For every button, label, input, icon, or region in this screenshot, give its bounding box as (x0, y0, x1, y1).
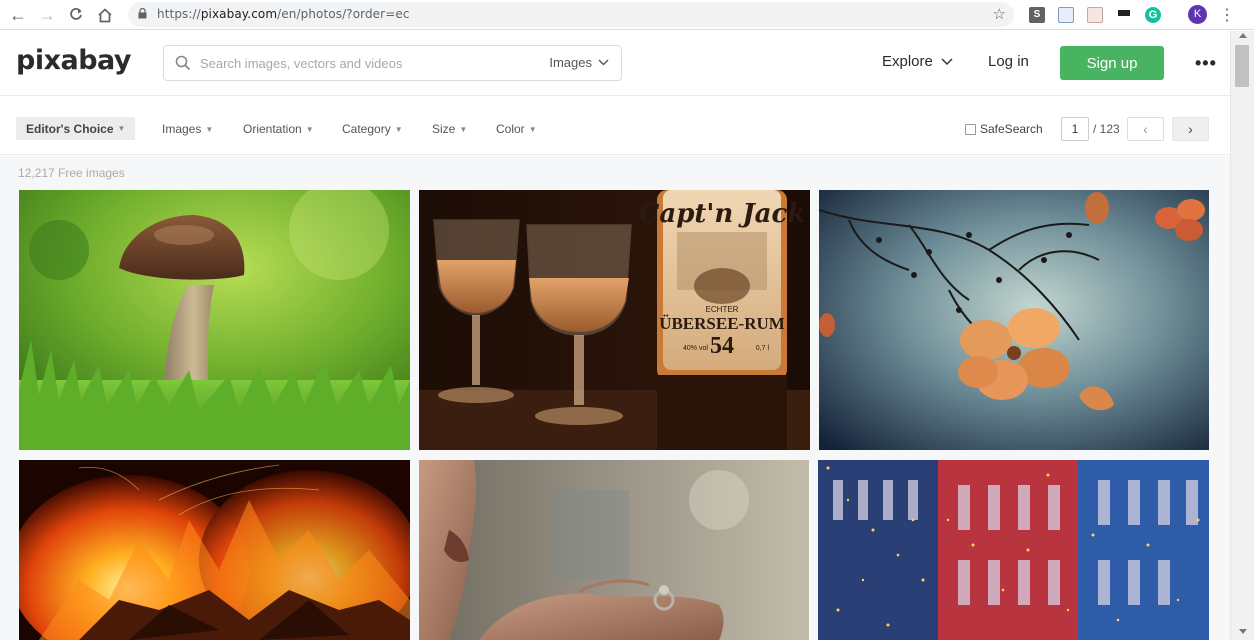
rum-glasses-photo: Capt'n Jack ECHTER ÜBERSEE-RUM 40% vol 5… (419, 190, 810, 450)
scroll-up-arrow-icon[interactable] (1239, 33, 1247, 38)
colorful-building-photo (818, 460, 1209, 640)
filter-color[interactable]: Color ▼ (496, 122, 537, 136)
filter-size[interactable]: Size ▼ (432, 122, 467, 136)
mushroom-photo (19, 190, 410, 450)
signup-button[interactable]: Sign up (1060, 46, 1164, 80)
bottle-line1: ECHTER (706, 305, 739, 314)
editors-choice-label: Editor's Choice (26, 121, 114, 136)
filter-label: Category (342, 122, 391, 136)
search-type-dropdown[interactable]: Images (549, 55, 609, 70)
filter-images[interactable]: Images ▼ (162, 122, 213, 136)
filter-label: Size (432, 122, 456, 136)
chevron-down-icon (941, 57, 953, 65)
image-tile-fire[interactable] (19, 460, 410, 640)
browser-toolbar: ← → https://pixabay.com/en/photos/?order… (0, 0, 1254, 30)
caret-down-icon: ▼ (305, 124, 314, 134)
browser-menu-icon[interactable]: ⋮ (1215, 3, 1239, 27)
grammarly-icon[interactable]: G (1145, 7, 1161, 23)
caret-down-icon: ▼ (528, 124, 537, 134)
reload-icon[interactable] (64, 3, 88, 27)
caret-down-icon: ▼ (394, 124, 403, 134)
extension-flag-icon[interactable] (1116, 7, 1132, 23)
caret-down-icon: ▼ (205, 124, 214, 134)
image-tile-ring-hand[interactable] (419, 460, 809, 640)
bottle-volume-left: 40% vol (683, 345, 708, 352)
extension-s-icon[interactable]: S (1029, 7, 1045, 23)
url-text: https://pixabay.com/en/photos/?order=ec (157, 7, 410, 21)
previous-page-button[interactable]: ‹ (1127, 117, 1164, 141)
address-bar[interactable]: https://pixabay.com/en/photos/?order=ec … (128, 2, 1014, 27)
scroll-down-arrow-icon[interactable] (1239, 629, 1247, 634)
bottle-volume-right: 0,7 l (756, 345, 770, 352)
explore-label: Explore (882, 53, 933, 70)
bottle-line2: ÜBERSEE-RUM (659, 314, 785, 333)
search-box: Images (163, 45, 622, 81)
search-type-label: Images (549, 55, 592, 70)
safesearch-toggle[interactable]: SafeSearch (965, 122, 1043, 136)
results-count: 12,217 Free images (18, 166, 125, 180)
explore-menu[interactable]: Explore (882, 53, 953, 70)
site-header: pixabay Images Explore Log in Sign up ••… (0, 31, 1230, 96)
results-area: 12,217 Free images Capt'n Jack ECHTER ÜB… (0, 156, 1230, 640)
filter-label: Color (496, 122, 525, 136)
safesearch-label: SafeSearch (980, 122, 1043, 136)
ring-hand-photo (419, 460, 809, 640)
next-page-button[interactable]: › (1172, 117, 1209, 141)
image-tile-orange-flowers[interactable] (819, 190, 1209, 450)
filter-category[interactable]: Category ▼ (342, 122, 403, 136)
page-total: / 123 (1093, 122, 1120, 136)
safesearch-checkbox[interactable] (965, 123, 976, 135)
fire-photo (19, 460, 410, 640)
bottle-brand: Capt'n Jack (639, 199, 806, 229)
orange-flowers-photo (819, 190, 1209, 450)
caret-down-icon: ▼ (459, 124, 468, 134)
pixabay-logo[interactable]: pixabay (16, 45, 132, 76)
page-number-input[interactable]: 1 (1061, 117, 1089, 141)
more-options-icon[interactable]: ••• (1195, 53, 1217, 74)
extension-pdf-icon[interactable] (1087, 7, 1103, 23)
back-icon[interactable]: ← (6, 3, 30, 27)
filter-label: Orientation (243, 122, 302, 136)
image-tile-rum-glasses[interactable]: Capt'n Jack ECHTER ÜBERSEE-RUM 40% vol 5… (419, 190, 810, 450)
editors-choice-dropdown[interactable]: Editor's Choice ▼ (16, 117, 136, 140)
lock-icon (138, 8, 147, 19)
scroll-thumb[interactable] (1235, 45, 1249, 87)
page-scrollbar[interactable] (1230, 31, 1254, 640)
filter-bar: Editor's Choice ▼ Images ▼ Orientation ▼ Ca… (0, 96, 1230, 155)
image-tile-colorful-building[interactable] (818, 460, 1209, 640)
bottle-number: 54 (710, 333, 734, 359)
chevron-down-icon (598, 59, 609, 66)
search-icon[interactable] (175, 55, 191, 71)
bookmark-star-icon[interactable]: ☆ (993, 5, 1006, 23)
forward-icon[interactable]: → (35, 3, 59, 27)
home-icon[interactable] (93, 3, 117, 27)
filter-orientation[interactable]: Orientation ▼ (243, 122, 314, 136)
search-input[interactable] (200, 47, 530, 79)
filter-label: Images (162, 122, 202, 136)
image-tile-mushroom[interactable] (19, 190, 410, 450)
login-link[interactable]: Log in (988, 53, 1029, 70)
profile-avatar[interactable]: K (1188, 5, 1207, 24)
extension-window-icon[interactable] (1058, 7, 1074, 23)
caret-down-icon: ▼ (117, 124, 126, 133)
